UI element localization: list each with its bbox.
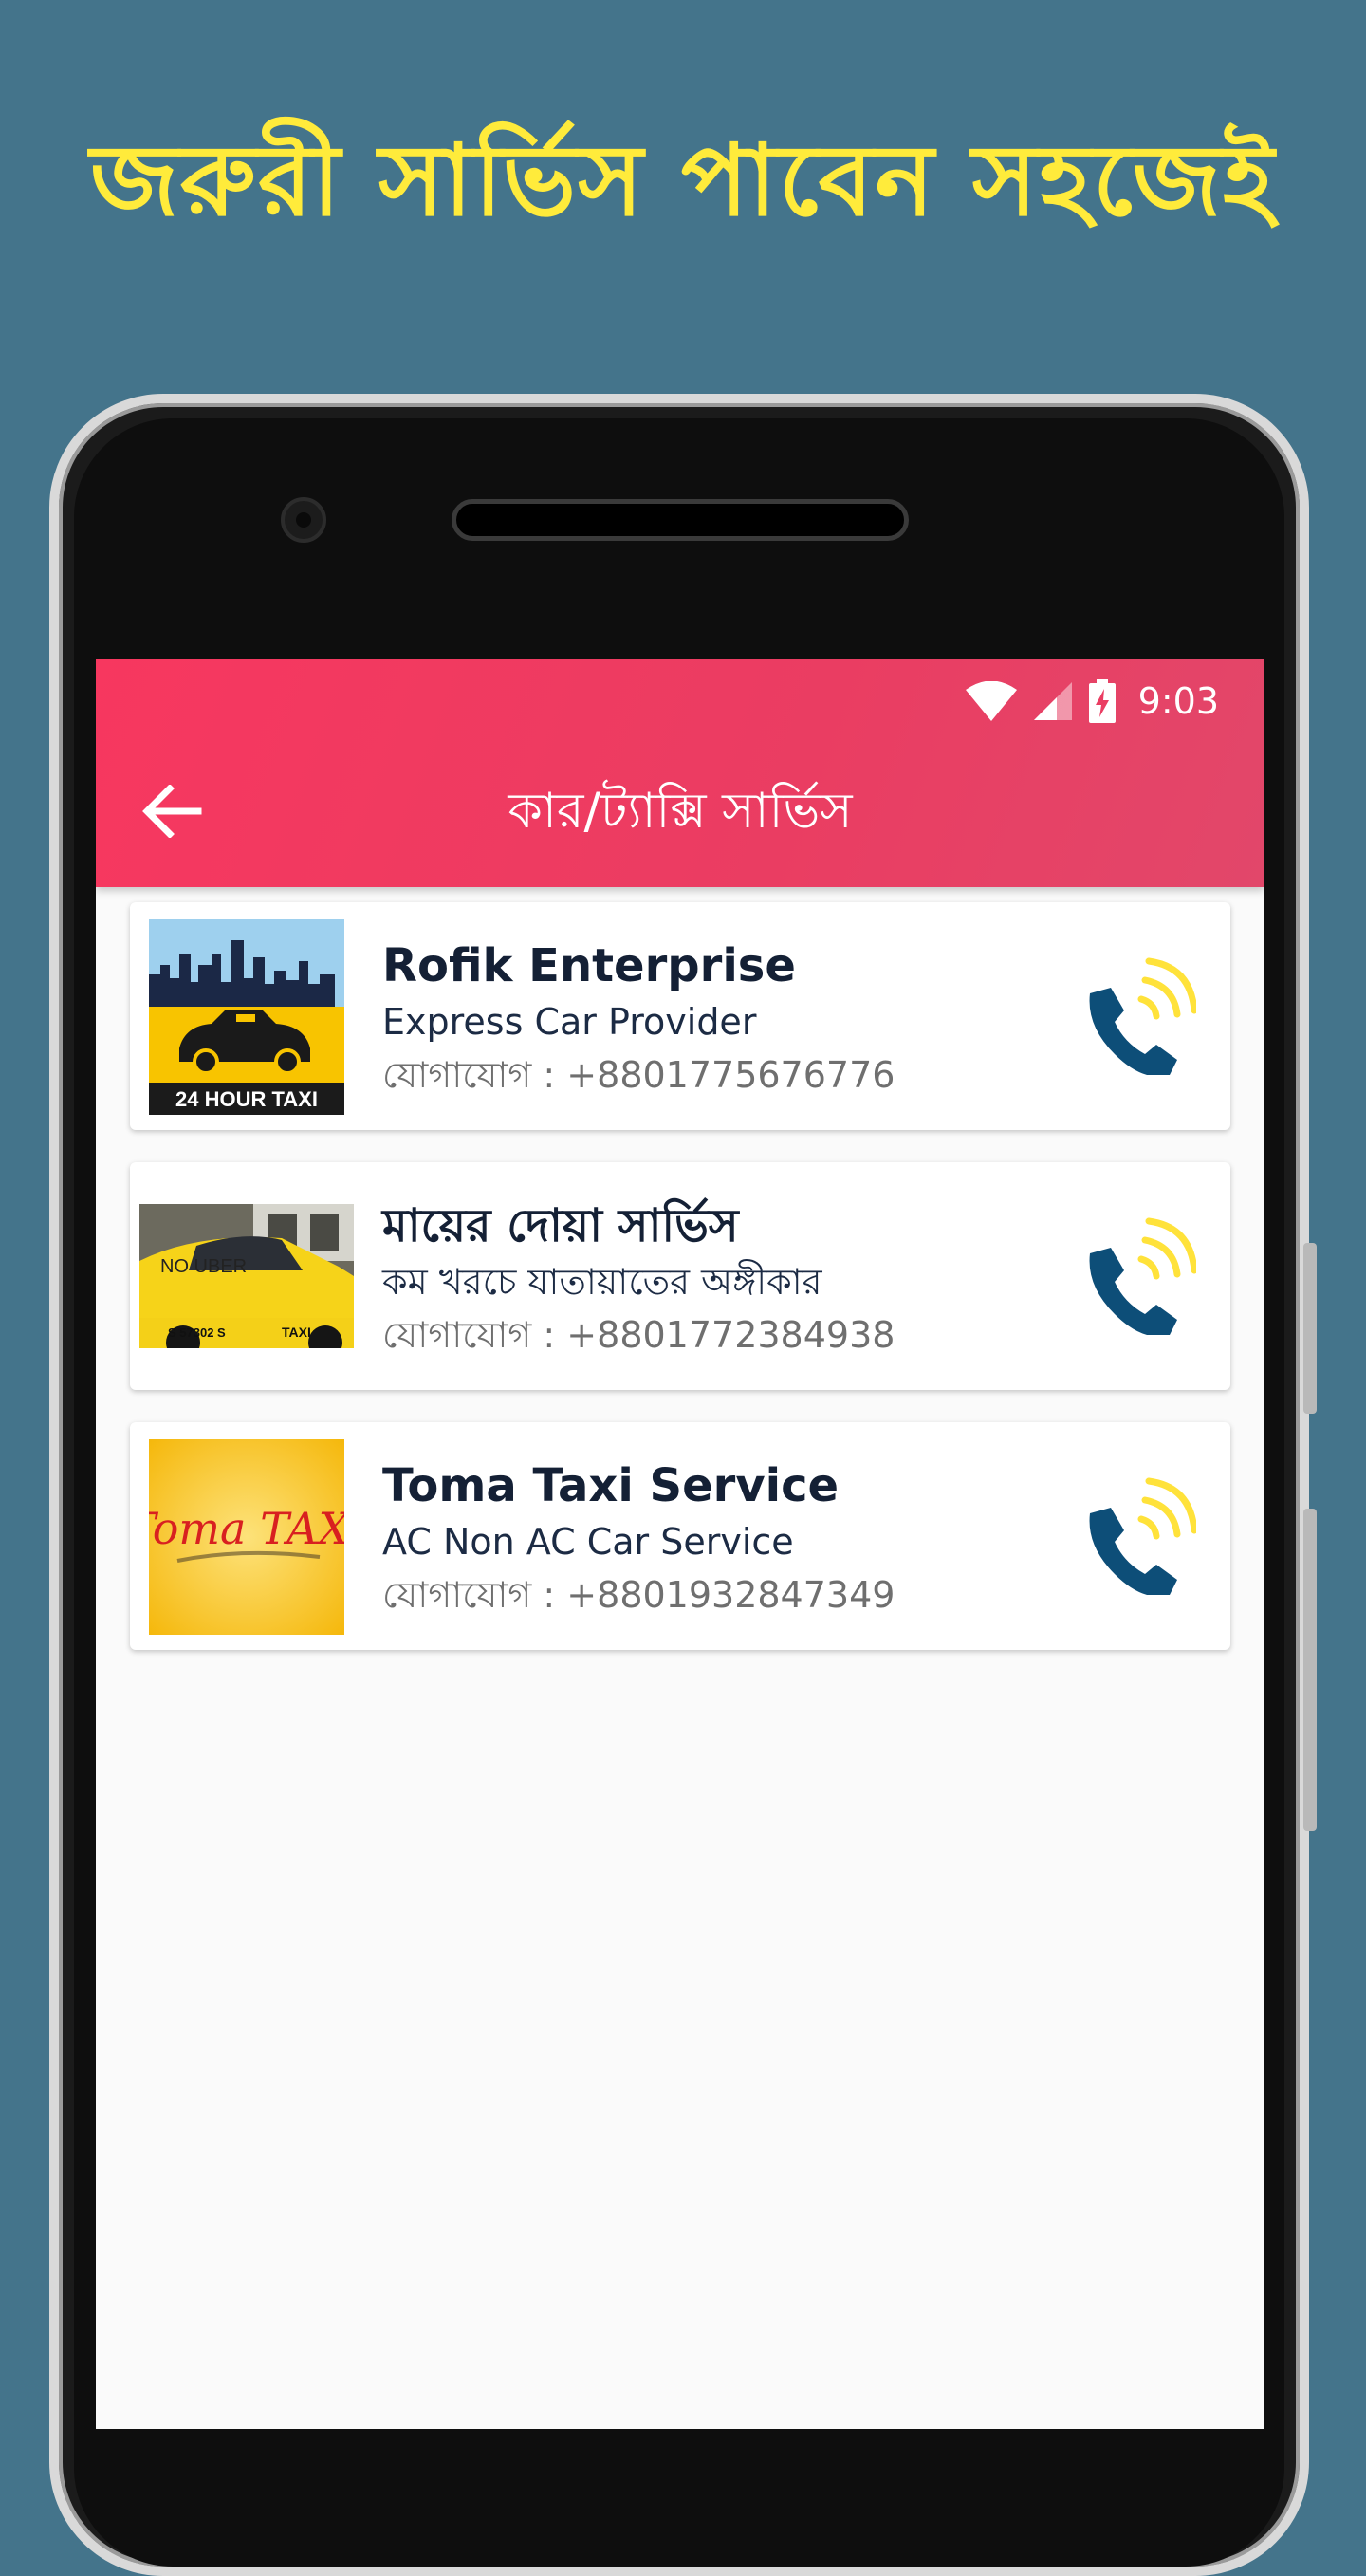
earpiece-speaker xyxy=(452,499,909,541)
service-list: 24 HOUR TAXI Rofik Enterprise Express Ca… xyxy=(130,902,1230,1682)
toolbar: কার/ট্যাক্সি সার্ভিস xyxy=(96,735,1264,887)
phone-call-icon xyxy=(1089,957,1198,1077)
service-subtitle: Express Car Provider xyxy=(382,1001,757,1043)
thumbnail-caption: 24 HOUR TAXI xyxy=(175,1087,318,1111)
page-title: কার/ট্যাক্সি সার্ভিস xyxy=(508,783,853,840)
app-bar: 9:03 কার/ট্যাক্সি সার্ভিস xyxy=(96,659,1264,887)
thumbnail-caption: NO UBER xyxy=(160,1256,247,1277)
call-button[interactable] xyxy=(1079,957,1198,1077)
service-card[interactable]: 24 HOUR TAXI Rofik Enterprise Express Ca… xyxy=(130,902,1230,1130)
svg-text:S 57302 S: S 57302 S xyxy=(168,1325,226,1340)
service-card[interactable]: NO UBER S 57302 S TAXI মায়ের দোয়া সার্… xyxy=(130,1162,1230,1390)
call-button[interactable] xyxy=(1079,1217,1198,1337)
wifi-icon xyxy=(965,681,1017,721)
phone-volume-button xyxy=(1303,1509,1317,1831)
service-contact: যোগাযোগ : +8801932847349 xyxy=(382,1574,895,1616)
front-camera xyxy=(281,497,326,543)
phone-call-icon xyxy=(1089,1217,1198,1337)
phone-side-button xyxy=(1303,1243,1317,1414)
app-screen: 9:03 কার/ট্যাক্সি সার্ভিস 24 HOUR TAXI R… xyxy=(96,659,1264,2429)
phone-call-icon xyxy=(1089,1477,1198,1597)
call-button[interactable] xyxy=(1079,1477,1198,1597)
service-name: মায়ের দোয়া সার্ভিস xyxy=(382,1199,739,1252)
service-name: Toma Taxi Service xyxy=(382,1459,840,1512)
service-subtitle: কম খরচে যাতায়াতের অঙ্গীকার xyxy=(382,1261,822,1303)
cell-signal-icon xyxy=(1033,682,1072,720)
status-time: 9:03 xyxy=(1137,680,1219,722)
thumbnail-caption: Toma TAXI xyxy=(149,1503,344,1554)
service-thumbnail: 24 HOUR TAXI xyxy=(149,919,344,1115)
service-contact: যোগাযোগ : +8801772384938 xyxy=(382,1314,895,1356)
service-thumbnail: NO UBER S 57302 S TAXI xyxy=(139,1204,354,1348)
service-name: Rofik Enterprise xyxy=(382,939,796,992)
promo-headline: জরুরী সার্ভিস পাবেন সহজেই xyxy=(90,122,1276,238)
status-bar: 9:03 xyxy=(965,675,1219,728)
service-thumbnail: Toma TAXI xyxy=(149,1439,344,1635)
service-subtitle: AC Non AC Car Service xyxy=(382,1521,794,1563)
service-card[interactable]: Toma TAXI Toma Taxi Service AC Non AC Ca… xyxy=(130,1422,1230,1650)
service-contact: যোগাযোগ : +8801775676776 xyxy=(382,1054,895,1096)
battery-charging-icon xyxy=(1088,679,1116,723)
svg-text:TAXI: TAXI xyxy=(282,1325,311,1340)
